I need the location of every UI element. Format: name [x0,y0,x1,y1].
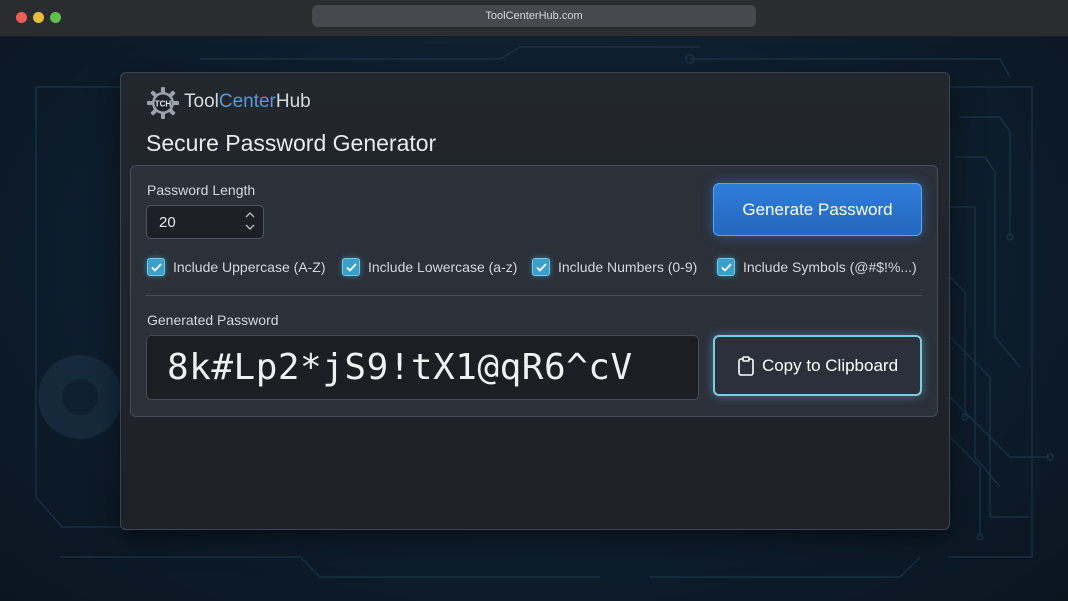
section-divider [146,295,922,296]
maximize-window-button[interactable] [50,12,61,23]
generated-password-label: Generated Password [147,312,279,328]
lowercase-label: Include Lowercase (a-z) [368,259,518,275]
copy-to-clipboard-button[interactable]: Copy to Clipboard [713,335,922,396]
generated-password-field[interactable]: 8k#Lp2*jS9!tX1@qR6^cV [146,335,699,400]
copy-to-clipboard-label: Copy to Clipboard [761,355,899,375]
brand-name-part-center: Center [218,91,276,112]
check-icon [150,262,162,272]
tch-gear-logo-icon: TCH [147,87,179,119]
option-lowercase[interactable]: Include Lowercase (a-z) [342,257,517,277]
clipboard-icon [738,355,754,376]
option-symbols[interactable]: Include Symbols (@#$!%...) [717,257,917,277]
symbols-label: Include Symbols (@#$!%...) [743,259,917,275]
numbers-checkbox[interactable] [532,258,550,276]
brand-name-part-hub: Hub [275,91,311,112]
option-uppercase[interactable]: Include Uppercase (A-Z) [147,257,326,277]
brand-name: ToolCenterHub [184,90,311,114]
check-icon [720,262,732,272]
browser-titlebar: ToolCenterHub.com [0,0,1068,37]
lowercase-checkbox[interactable] [342,258,360,276]
close-window-button[interactable] [16,12,27,23]
generate-password-button[interactable]: Generate Password [713,183,922,236]
page-title: Secure Password Generator [146,130,437,156]
check-icon [535,262,547,272]
password-length-label: Password Length [147,182,256,198]
password-length-value[interactable]: 20 [159,214,176,231]
logo-text: TCH [155,100,172,109]
check-icon [345,262,357,272]
option-numbers[interactable]: Include Numbers (0-9) [532,257,697,277]
chevron-down-icon[interactable] [243,223,257,235]
numbers-label: Include Numbers (0-9) [558,259,698,275]
chevron-up-icon[interactable] [243,210,257,222]
uppercase-checkbox[interactable] [147,258,165,276]
minimize-window-button[interactable] [33,12,44,23]
uppercase-label: Include Uppercase (A-Z) [173,259,326,275]
password-length-stepper[interactable]: 20 [146,205,264,239]
brand-name-part-tool: Tool [184,91,219,112]
address-bar[interactable]: ToolCenterHub.com [312,5,756,27]
generated-password-text[interactable]: 8k#Lp2*jS9!tX1@qR6^cV [167,348,633,388]
symbols-checkbox[interactable] [717,258,735,276]
